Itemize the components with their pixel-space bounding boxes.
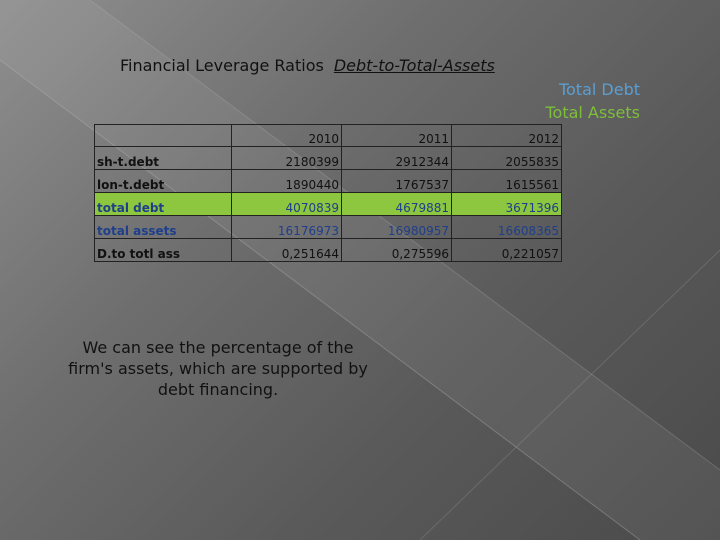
formula-numerator: Total Debt [558, 80, 640, 99]
table-header-cell: 2010 [231, 124, 342, 147]
table-row: sh-t.debt 2180399 2912344 2055835 [94, 146, 562, 170]
slide-title-main: Financial Leverage Ratios [120, 56, 324, 75]
row-label: lon-t.debt [94, 169, 232, 193]
table-cell: 0,221057 [451, 238, 562, 262]
table-cell: 16980957 [341, 215, 452, 239]
table-cell: 1615561 [451, 169, 562, 193]
table-cell: 16608365 [451, 215, 562, 239]
table-cell: 4679881 [341, 192, 452, 216]
table-header-cell: 2012 [451, 124, 562, 147]
table-cell: 2055835 [451, 146, 562, 170]
ratio-formula: Total Debt Total Assets [545, 78, 640, 124]
formula-denominator: Total Assets [545, 103, 640, 122]
table-cell: 0,275596 [341, 238, 452, 262]
table-cell: 4070839 [231, 192, 342, 216]
slide-title: Financial Leverage Ratios Debt-to-Total-A… [120, 56, 495, 75]
table-row-highlighted: total debt 4070839 4679881 3671396 [94, 192, 562, 216]
slide-title-sub: Debt-to-Total-Assets [333, 56, 495, 75]
ratio-table: 2010 2011 2012 sh-t.debt 2180399 2912344… [94, 124, 562, 262]
table-cell: 0,251644 [231, 238, 342, 262]
table-cell: 1890440 [231, 169, 342, 193]
row-label: sh-t.debt [94, 146, 232, 170]
table-cell: 3671396 [451, 192, 562, 216]
table-cell: 2180399 [231, 146, 342, 170]
explanation-note: We can see the percentage of the firm's … [68, 338, 368, 399]
row-label: total debt [94, 192, 232, 216]
table-header-row: 2010 2011 2012 [94, 124, 562, 147]
table-row: D.to totl ass 0,251644 0,275596 0,221057 [94, 238, 562, 262]
table-header-cell [94, 124, 232, 147]
row-label: D.to totl ass [94, 238, 232, 262]
table-header-cell: 2011 [341, 124, 452, 147]
table-cell: 16176973 [231, 215, 342, 239]
table-row: lon-t.debt 1890440 1767537 1615561 [94, 169, 562, 193]
table-cell: 2912344 [341, 146, 452, 170]
row-label: total assets [94, 215, 232, 239]
table-row: total assets 16176973 16980957 16608365 [94, 215, 562, 239]
table-cell: 1767537 [341, 169, 452, 193]
